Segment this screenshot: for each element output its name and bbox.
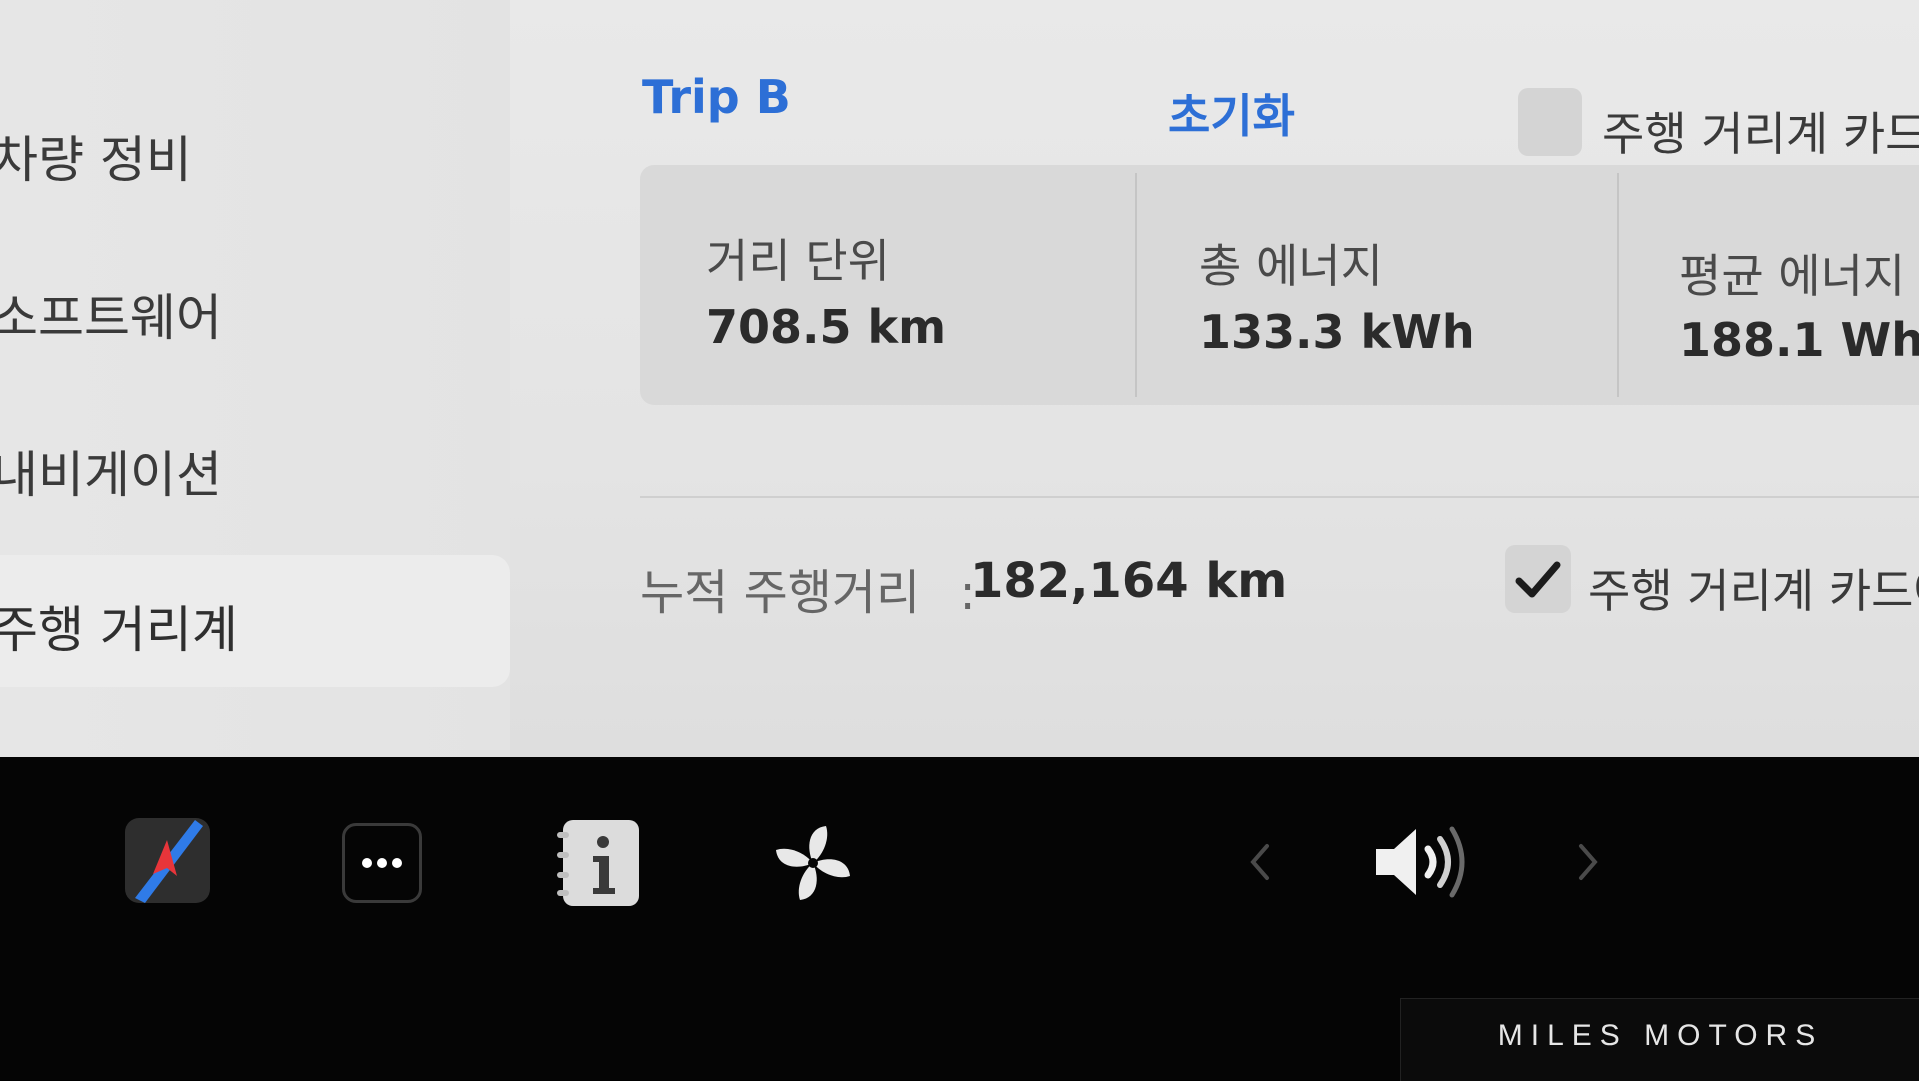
sidebar-item-navigation[interactable]: 내비게이션 (0, 435, 222, 507)
reset-button[interactable]: 초기화 (1168, 80, 1295, 146)
odometer-value: 182,164 km (970, 553, 1288, 609)
dots-icon (362, 858, 402, 868)
stat-label: 거리 단위 (706, 234, 890, 288)
manual-icon[interactable] (555, 818, 645, 908)
stat-value: 133.3 kWh (1199, 305, 1475, 359)
stat-label: 평균 에너지 (1679, 249, 1906, 303)
sidebar-item-software[interactable]: 소프트웨어 (0, 278, 222, 350)
show-odometer-on-card-checkbox[interactable] (1505, 545, 1571, 613)
sidebar-item-label: 주행 거리계 (0, 601, 238, 659)
more-icon[interactable] (342, 823, 422, 903)
stat-value: 708.5 km (706, 300, 947, 354)
stat-distance: 거리 단위 708.5 km (640, 165, 1135, 405)
sidebar-item-label: 차량 정비 (0, 131, 192, 189)
chevron-left-icon[interactable] (1245, 840, 1275, 884)
stat-value: 188.1 Wh/km (1679, 313, 1919, 367)
navigation-icon[interactable] (125, 818, 210, 903)
show-trip-on-card-checkbox[interactable] (1518, 88, 1582, 156)
odometer-label-text: 누적 주행거리 (640, 565, 921, 621)
settings-screen: 차량 정비 소프트웨어 내비게이션 주행 거리계 Trip B 초기화 주행 거… (0, 0, 1919, 757)
section-divider (640, 496, 1919, 498)
stat-avg-energy: 평균 에너지 188.1 Wh/km (1619, 165, 1919, 405)
fan-icon[interactable] (768, 818, 858, 908)
stat-total-energy: 총 에너지 133.3 kWh (1137, 165, 1617, 405)
trip-title: Trip B (642, 70, 791, 124)
sidebar-item-label: 내비게이션 (0, 446, 222, 504)
settings-sidebar: 차량 정비 소프트웨어 내비게이션 주행 거리계 (0, 0, 510, 757)
show-trip-on-card-label: 주행 거리계 카드에 (1602, 107, 1919, 161)
trip-stats-panel: 거리 단위 708.5 km 총 에너지 133.3 kWh 평균 에너지 18… (640, 165, 1919, 405)
sidebar-item-service[interactable]: 차량 정비 (0, 120, 192, 192)
volume-icon[interactable] (1368, 815, 1478, 910)
odometer-label: 누적 주행거리 : (640, 553, 976, 623)
stat-label: 총 에너지 (1199, 239, 1383, 293)
show-odometer-on-card-label: 주행 거리계 카드에 (1588, 564, 1919, 618)
watermark-text: MILES MOTORS (1497, 1019, 1824, 1052)
checkmark-icon (1515, 561, 1561, 598)
chevron-right-icon[interactable] (1573, 840, 1603, 884)
sidebar-item-label: 소프트웨어 (0, 289, 222, 347)
sidebar-item-trips[interactable]: 주행 거리계 (0, 555, 510, 687)
watermark: MILES MOTORS (1400, 998, 1919, 1081)
